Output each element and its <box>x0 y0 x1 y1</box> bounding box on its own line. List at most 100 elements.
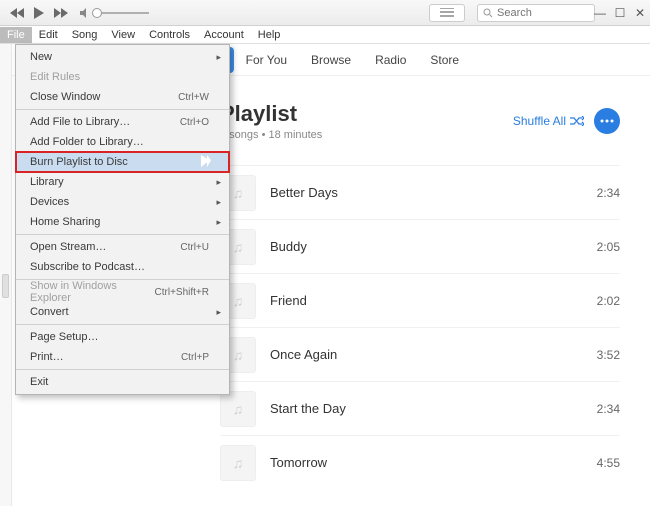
play-button[interactable] <box>30 6 48 20</box>
song-row[interactable]: ♫Friend2:02 <box>220 273 620 327</box>
menu-shortcut: Ctrl+U <box>180 242 209 253</box>
menu-edit[interactable]: Edit <box>32 27 65 43</box>
album-art-icon: ♫ <box>220 391 256 427</box>
album-art-icon: ♫ <box>220 445 256 481</box>
menu-item-add-file-to-library[interactable]: Add File to Library… Ctrl+O <box>16 112 229 132</box>
song-name: Once Again <box>270 347 583 362</box>
menu-item-label: Show in Windows Explorer <box>30 280 155 304</box>
menu-shortcut: Ctrl+Shift+R <box>155 287 209 298</box>
menu-item-label: Add File to Library… <box>30 116 130 128</box>
maximize-button[interactable]: ☐ <box>614 6 626 20</box>
submenu-arrow-icon: ▸ <box>216 197 221 208</box>
menu-item-label: Burn Playlist to Disc <box>30 156 128 168</box>
submenu-arrow-icon: ▸ <box>216 177 221 188</box>
song-duration: 2:05 <box>597 240 620 254</box>
menu-item-exit[interactable]: Exit <box>16 372 229 392</box>
menu-shortcut: Ctrl+O <box>180 117 209 128</box>
next-button[interactable] <box>52 6 70 20</box>
menu-help[interactable]: Help <box>251 27 288 43</box>
tab-store[interactable]: Store <box>418 47 471 73</box>
song-row[interactable]: ♫Buddy2:05 <box>220 219 620 273</box>
ellipsis-icon <box>600 119 614 123</box>
menu-item-new[interactable]: New ▸ <box>16 47 229 67</box>
menu-item-close-window[interactable]: Close Window Ctrl+W <box>16 87 229 107</box>
menu-song[interactable]: Song <box>65 27 105 43</box>
menu-separator <box>16 234 229 235</box>
menu-item-label: Home Sharing <box>30 216 100 228</box>
minimize-button[interactable]: — <box>594 6 606 20</box>
song-name: Start the Day <box>270 401 583 416</box>
search-input[interactable] <box>497 7 577 19</box>
song-row[interactable]: ♫ Start the Day 2:34 <box>220 381 620 435</box>
menu-item-open-stream[interactable]: Open Stream… Ctrl+U <box>16 237 229 257</box>
song-name: Friend <box>270 293 583 308</box>
sidebar-handle[interactable] <box>2 274 9 298</box>
song-duration: 2:02 <box>597 294 620 308</box>
menu-item-label: Print… <box>30 351 64 363</box>
song-duration: 2:34 <box>597 402 620 416</box>
menu-item-label: Open Stream… <box>30 241 106 253</box>
tab-radio[interactable]: Radio <box>363 47 418 73</box>
menu-separator <box>16 369 229 370</box>
song-duration: 4:55 <box>597 456 620 470</box>
submenu-arrow-icon: ▸ <box>216 52 221 63</box>
search-field[interactable] <box>477 4 595 22</box>
playlist-title: Playlist <box>220 101 322 127</box>
menu-item-show-in-windows-explorer: Show in Windows ExplorerCtrl+Shift+R <box>16 282 229 302</box>
menu-item-label: Subscribe to Podcast… <box>30 261 145 273</box>
menu-item-add-folder-to-library[interactable]: Add Folder to Library… <box>16 132 229 152</box>
menu-item-label: Page Setup… <box>30 331 99 343</box>
song-duration: 2:34 <box>597 186 620 200</box>
previous-button[interactable] <box>8 6 26 20</box>
window-controls: — ☐ ✕ <box>594 6 646 20</box>
song-row[interactable]: ♫Once Again3:52 <box>220 327 620 381</box>
menu-account[interactable]: Account <box>197 27 251 43</box>
titlebar: — ☐ ✕ <box>0 0 650 26</box>
song-list: ♫Better Days2:34♫Buddy2:05♫Friend2:02♫On… <box>220 165 620 489</box>
menu-item-label: Add Folder to Library… <box>30 136 144 148</box>
close-button[interactable]: ✕ <box>634 6 646 20</box>
song-name: Better Days <box>270 185 583 200</box>
menu-view[interactable]: View <box>104 27 142 43</box>
menu-item-home-sharing[interactable]: Home Sharing ▸ <box>16 212 229 232</box>
playlist-header: Playlist 6 songs • 18 minutes Shuffle Al… <box>220 101 620 141</box>
submenu-arrow-icon: ▸ <box>216 217 221 228</box>
menu-item-label: Exit <box>30 376 48 388</box>
menu-separator <box>16 109 229 110</box>
menu-item-page-setup[interactable]: Page Setup… <box>16 327 229 347</box>
list-view-button[interactable] <box>429 4 465 22</box>
song-row[interactable]: ♫ Tomorrow 4:55 <box>220 435 620 489</box>
tab-browse[interactable]: Browse <box>299 47 363 73</box>
song-name: Buddy <box>270 239 583 254</box>
menu-item-devices[interactable]: Devices ▸ <box>16 192 229 212</box>
more-options-button[interactable] <box>594 108 620 134</box>
menu-item-burn-playlist-to-disc[interactable]: Burn Playlist to Disc <box>16 152 229 172</box>
menu-controls[interactable]: Controls <box>142 27 197 43</box>
menu-item-edit-rules: Edit Rules <box>16 67 229 87</box>
menu-separator <box>16 324 229 325</box>
menu-item-label: Edit Rules <box>30 71 80 83</box>
menu-item-label: Close Window <box>30 91 100 103</box>
menubar: File Edit Song View Controls Account Hel… <box>0 26 650 44</box>
menu-item-convert[interactable]: Convert▸ <box>16 302 229 322</box>
volume-control[interactable] <box>80 8 149 18</box>
menu-item-subscribe-to-podcast[interactable]: Subscribe to Podcast… <box>16 257 229 277</box>
volume-slider[interactable] <box>94 12 149 14</box>
menu-item-label: New <box>30 51 52 63</box>
playlist-subtitle: 6 songs • 18 minutes <box>220 129 322 141</box>
menu-shortcut: Ctrl+P <box>181 352 209 363</box>
menu-file[interactable]: File <box>0 27 32 43</box>
volume-knob[interactable] <box>92 8 102 18</box>
menu-shortcut: Ctrl+W <box>178 92 209 103</box>
shuffle-all-button[interactable]: Shuffle All <box>513 114 584 128</box>
menu-item-library[interactable]: Library ▸ <box>16 172 229 192</box>
song-row[interactable]: ♫Better Days2:34 <box>220 165 620 219</box>
menu-item-print[interactable]: Print… Ctrl+P <box>16 347 229 367</box>
menu-item-label: Devices <box>30 196 69 208</box>
menu-item-label: Library <box>30 176 64 188</box>
shuffle-label: Shuffle All <box>513 114 566 128</box>
tab-foryou[interactable]: For You <box>234 47 299 73</box>
shuffle-icon <box>570 116 584 126</box>
submenu-arrow-icon: ▸ <box>216 307 221 318</box>
song-name: Tomorrow <box>270 455 583 470</box>
